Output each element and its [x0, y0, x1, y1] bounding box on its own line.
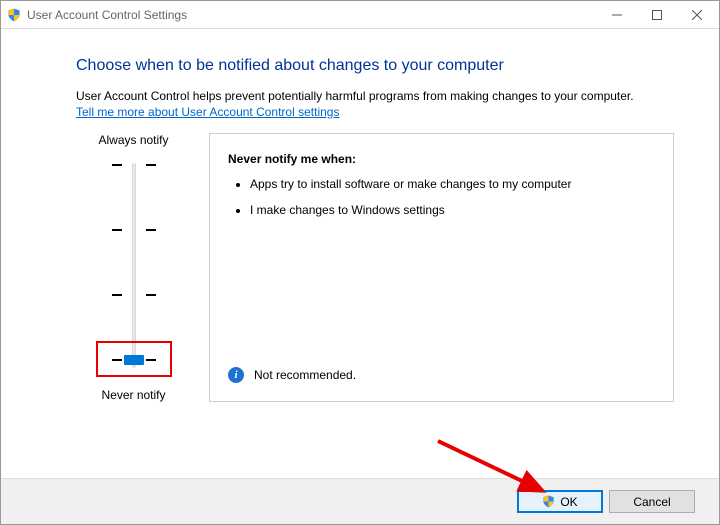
uac-shield-icon [7, 8, 21, 22]
info-bullet: I make changes to Windows settings [250, 202, 655, 218]
slider-bottom-label: Never notify [76, 388, 191, 402]
slider-top-label: Always notify [76, 133, 191, 147]
annotation-highlight-box [96, 341, 172, 377]
notification-slider: Always notify Never notify [76, 133, 191, 402]
page-heading: Choose when to be notified about changes… [76, 57, 674, 75]
page-description: User Account Control helps prevent poten… [76, 89, 674, 103]
info-list: Apps try to install software or make cha… [232, 176, 655, 218]
info-title: Never notify me when: [228, 152, 655, 166]
dialog-footer: OK Cancel [1, 478, 719, 524]
maximize-button[interactable] [637, 2, 677, 28]
content-area: Choose when to be notified about changes… [1, 29, 719, 402]
titlebar: User Account Control Settings [1, 1, 719, 29]
info-bullet: Apps try to install software or make cha… [250, 176, 655, 192]
close-button[interactable] [677, 2, 717, 28]
window-title: User Account Control Settings [27, 8, 597, 22]
learn-more-link[interactable]: Tell me more about User Account Control … [76, 105, 339, 119]
uac-shield-icon [542, 495, 556, 509]
ok-button[interactable]: OK [517, 490, 603, 513]
cancel-button-label: Cancel [633, 495, 670, 509]
info-footer: i Not recommended. [228, 367, 356, 383]
minimize-button[interactable] [597, 2, 637, 28]
info-footer-text: Not recommended. [254, 368, 356, 382]
info-panel: Never notify me when: Apps try to instal… [209, 133, 674, 402]
cancel-button[interactable]: Cancel [609, 490, 695, 513]
ok-button-label: OK [560, 495, 577, 509]
slider-track[interactable] [104, 153, 164, 378]
info-icon: i [228, 367, 244, 383]
